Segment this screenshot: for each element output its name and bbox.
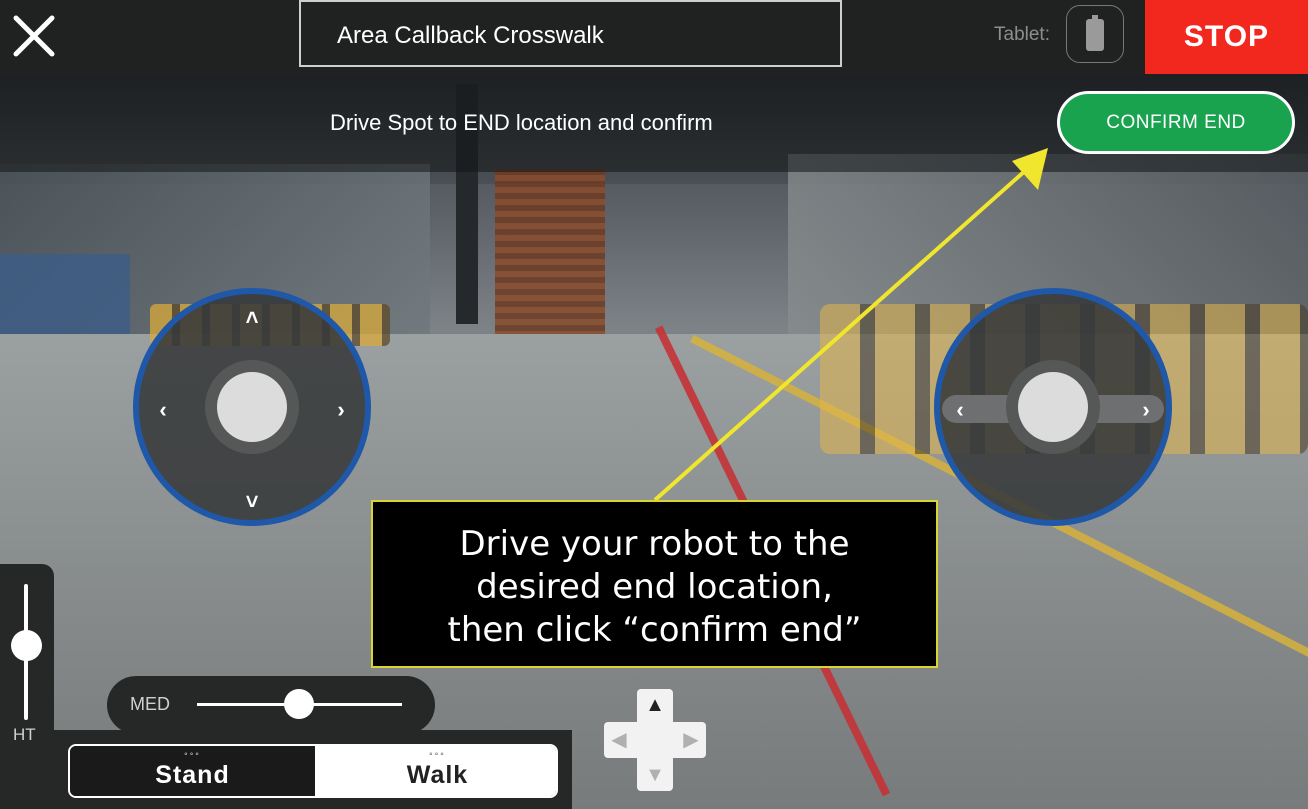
turn-joystick[interactable]: ‹ › xyxy=(934,288,1172,526)
mode-toggle: ◦◦◦ Stand ◦◦◦ Walk xyxy=(68,744,558,798)
staircase xyxy=(495,169,605,334)
top-bar: Area Callback Crosswalk Tablet: STOP xyxy=(0,0,1308,74)
chevron-left-icon: ‹ xyxy=(956,397,964,422)
speed-control: MED xyxy=(107,676,435,734)
height-control: HT xyxy=(0,564,54,809)
callout-line-1: Drive your robot to the xyxy=(459,524,850,564)
mission-title: Area Callback Crosswalk xyxy=(299,0,842,67)
height-slider-handle[interactable] xyxy=(11,630,42,661)
chevron-left-icon: ‹ xyxy=(159,397,167,422)
height-label: HT xyxy=(13,725,36,744)
chevron-right-icon: › xyxy=(1142,397,1150,422)
close-button[interactable] xyxy=(10,12,58,60)
movement-joystick[interactable]: ˄ ˅ ‹ › xyxy=(133,288,371,526)
walk-label: Walk xyxy=(406,761,469,789)
joystick-knob-ring xyxy=(205,360,299,454)
dpad-up-button[interactable]: ▲ xyxy=(643,693,667,717)
speed-slider-handle[interactable] xyxy=(284,689,314,719)
tutorial-callout: Drive your robot to the desired end loca… xyxy=(371,500,938,668)
chevron-right-icon: › xyxy=(337,397,345,422)
dpad-left-button[interactable]: ◀ xyxy=(607,728,631,752)
joystick-knob[interactable] xyxy=(217,372,287,442)
chevron-down-icon: ˅ xyxy=(245,489,259,514)
blue-cart xyxy=(0,254,130,334)
close-icon xyxy=(13,15,55,57)
dpad: ▲ ▼ ◀ ▶ xyxy=(604,689,706,791)
confirm-end-button[interactable]: CONFIRM END xyxy=(1057,91,1295,154)
stand-mode-button[interactable]: ◦◦◦ Stand xyxy=(70,746,315,796)
walk-mode-button[interactable]: ◦◦◦ Walk xyxy=(315,746,556,796)
dpad-right-button[interactable]: ▶ xyxy=(679,728,703,752)
mode-dots-icon: ◦◦◦ xyxy=(184,749,201,760)
stand-label: Stand xyxy=(155,761,230,789)
tablet-label: Tablet: xyxy=(994,24,1050,45)
stop-button[interactable]: STOP xyxy=(1145,0,1308,74)
callout-line-3: then click “confirm end” xyxy=(447,610,862,650)
joystick-knob[interactable] xyxy=(1018,372,1088,442)
battery-icon xyxy=(1086,15,1104,51)
speed-label: MED xyxy=(130,694,170,714)
joystick-knob-ring xyxy=(1006,360,1100,454)
instruction-text: Drive Spot to END location and confirm xyxy=(330,110,713,135)
dpad-down-button[interactable]: ▼ xyxy=(643,763,667,787)
callout-line-2: desired end location, xyxy=(476,567,833,607)
mode-dots-icon: ◦◦◦ xyxy=(429,749,446,760)
mode-panel: ◦◦◦ Stand ◦◦◦ Walk xyxy=(54,730,572,809)
chevron-up-icon: ˄ xyxy=(245,305,259,330)
